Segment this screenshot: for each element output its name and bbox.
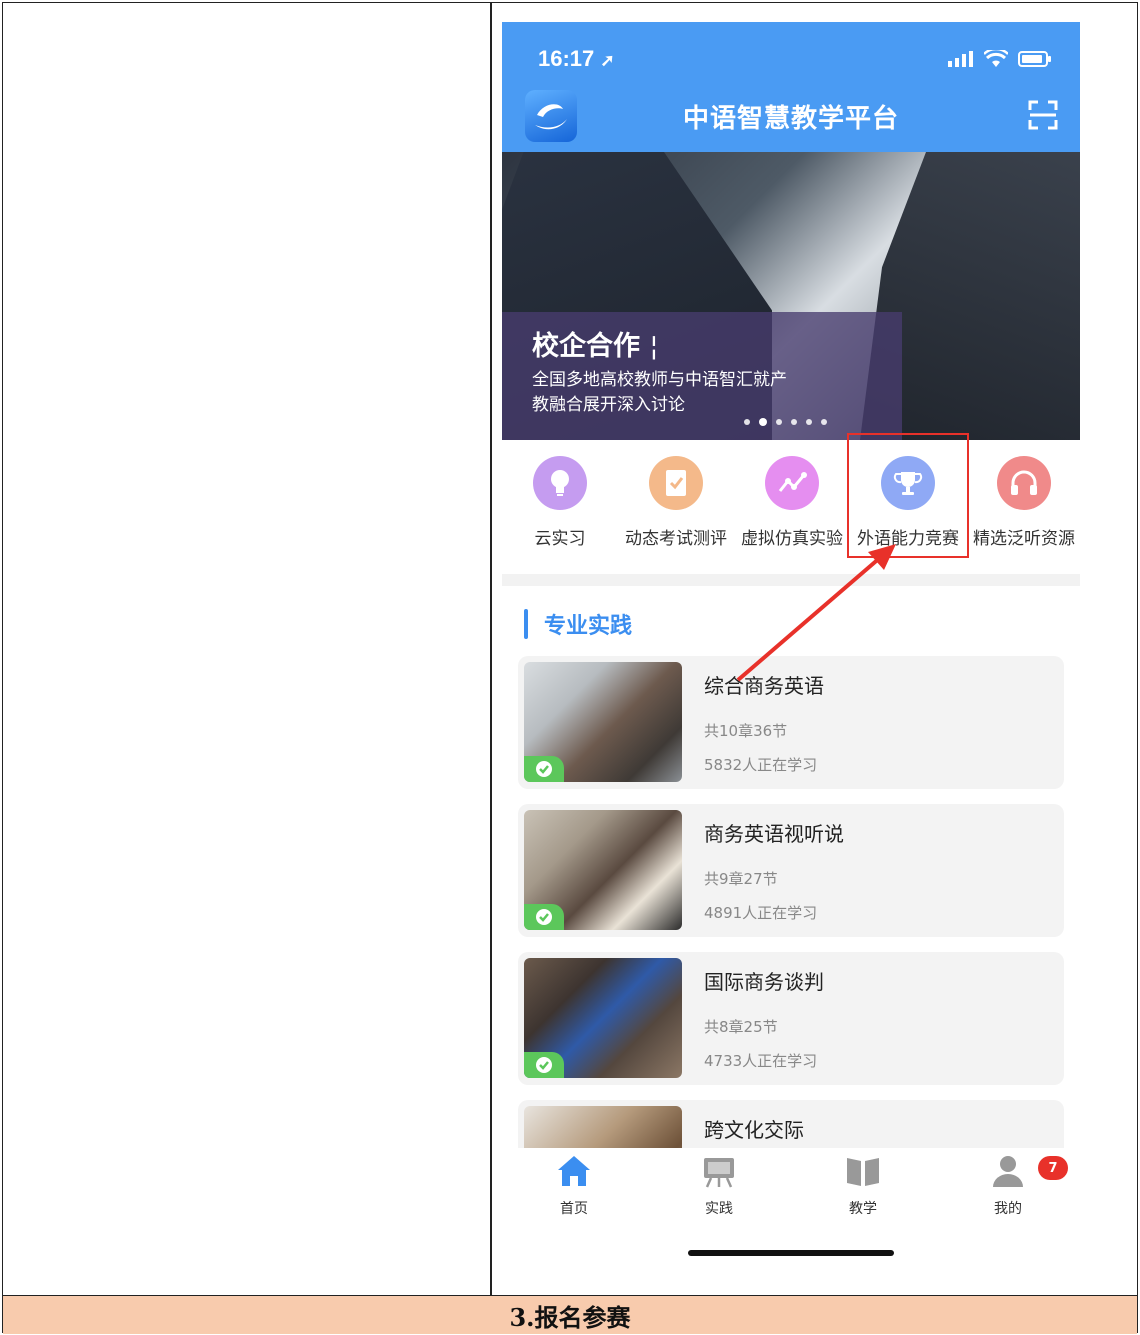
course-card[interactable]: 商务英语视听说 共9章27节 4891人正在学习 xyxy=(518,804,1064,937)
tab-practice[interactable]: 实践 xyxy=(674,1154,764,1218)
course-chapters: 共8章25节 xyxy=(704,1018,778,1036)
course-title: 综合商务英语 xyxy=(704,674,824,698)
carousel-dot[interactable] xyxy=(821,419,827,425)
course-title: 商务英语视听说 xyxy=(704,822,844,846)
course-card[interactable]: 综合商务英语 共10章36节 5832人正在学习 xyxy=(518,656,1064,789)
quick-item-label: 云实习 xyxy=(534,529,586,549)
carousel-dot[interactable] xyxy=(744,419,750,425)
course-title: 跨文化交际 xyxy=(704,1118,804,1142)
notification-badge: 7 xyxy=(1038,1156,1068,1180)
user-icon xyxy=(993,1156,1023,1187)
course-learners: 4733人正在学习 xyxy=(704,1052,818,1070)
app-title: 中语智慧教学平台 xyxy=(682,104,899,134)
course-title: 国际商务谈判 xyxy=(704,970,824,994)
course-thumbnail xyxy=(524,662,682,782)
tab-label: 首页 xyxy=(560,1201,588,1217)
section-accent-bar xyxy=(524,609,528,639)
verified-badge-icon xyxy=(524,1052,564,1078)
tab-label: 我的 xyxy=(994,1201,1022,1217)
wifi-icon xyxy=(984,50,1008,67)
course-card[interactable]: 国际商务谈判 共8章25节 4733人正在学习 xyxy=(518,952,1064,1085)
tab-label: 实践 xyxy=(705,1201,733,1217)
course-learners: 5832人正在学习 xyxy=(704,756,818,774)
carousel-dots[interactable] xyxy=(744,418,827,426)
battery-icon xyxy=(1018,51,1051,67)
course-chapters: 共9章27节 xyxy=(704,870,778,888)
course-thumbnail xyxy=(524,810,682,930)
carousel-dot[interactable] xyxy=(776,419,782,425)
carousel-dot-active[interactable] xyxy=(759,418,767,426)
quick-menu: 云实习 动态考试测评 虚拟仿真实验 外语能力竞赛 精选泛听资源 xyxy=(502,450,1080,560)
quick-item-listening[interactable]: 精选泛听资源 xyxy=(966,450,1080,549)
table-column-divider xyxy=(490,3,492,1295)
course-thumbnail xyxy=(524,958,682,1078)
bottom-tab-bar: 首页 实践 教学 我的 xyxy=(502,1148,1080,1277)
scan-icon xyxy=(1028,100,1058,130)
annotation-highlight-box xyxy=(847,433,969,558)
quick-item-exam[interactable]: 动态考试测评 xyxy=(618,450,734,549)
book-icon xyxy=(847,1158,879,1186)
phone-screenshot: 16:17 ➚ 中语智慧教学平台 校企合作 ¦ 全国多地高校教师与中语智汇就产教… xyxy=(502,22,1080,1277)
quick-item-label: 虚拟仿真实验 xyxy=(741,529,843,549)
quick-item-cloud-internship[interactable]: 云实习 xyxy=(502,450,618,549)
quick-item-label: 精选泛听资源 xyxy=(973,529,1075,549)
step-caption: 3.报名参赛 xyxy=(509,1302,631,1332)
signal-icon xyxy=(948,51,973,67)
verified-badge-icon xyxy=(524,756,564,782)
banner-carousel[interactable]: 校企合作 ¦ 全国多地高校教师与中语智汇就产教融合展开深入讨论 xyxy=(502,152,1080,440)
headphones-icon xyxy=(997,456,1051,510)
section-header: 专业实践 xyxy=(524,608,632,640)
status-time: 16:17 ➚ xyxy=(538,46,615,71)
course-chapters: 共10章36节 xyxy=(704,722,788,740)
home-indicator[interactable] xyxy=(688,1250,894,1256)
quick-item-simulation[interactable]: 虚拟仿真实验 xyxy=(734,450,850,549)
verified-badge-icon xyxy=(524,904,564,930)
exam-paper-icon xyxy=(649,456,703,510)
course-learners: 4891人正在学习 xyxy=(704,904,818,922)
chart-line-icon xyxy=(765,456,819,510)
tab-label: 教学 xyxy=(849,1201,877,1217)
easel-icon xyxy=(704,1158,734,1188)
section-divider xyxy=(502,574,1080,586)
scan-button[interactable] xyxy=(1028,100,1058,130)
quick-item-label: 动态考试测评 xyxy=(625,529,727,549)
carousel-dot[interactable] xyxy=(806,419,812,425)
tab-home[interactable]: 首页 xyxy=(529,1154,619,1218)
lightbulb-icon xyxy=(533,456,587,510)
banner-title: 校企合作 ¦ xyxy=(532,331,659,362)
home-icon xyxy=(558,1156,590,1186)
location-arrow-icon: ➚ xyxy=(600,51,615,70)
step-caption-row: 3.报名参赛 xyxy=(3,1295,1137,1334)
carousel-dot[interactable] xyxy=(791,419,797,425)
banner-subtitle: 全国多地高校教师与中语智汇就产教融合展开深入讨论 xyxy=(532,370,787,415)
tab-teaching[interactable]: 教学 xyxy=(818,1154,908,1218)
app-header: 16:17 ➚ 中语智慧教学平台 xyxy=(502,22,1080,152)
status-icons xyxy=(948,50,1052,68)
section-title: 专业实践 xyxy=(544,614,633,639)
